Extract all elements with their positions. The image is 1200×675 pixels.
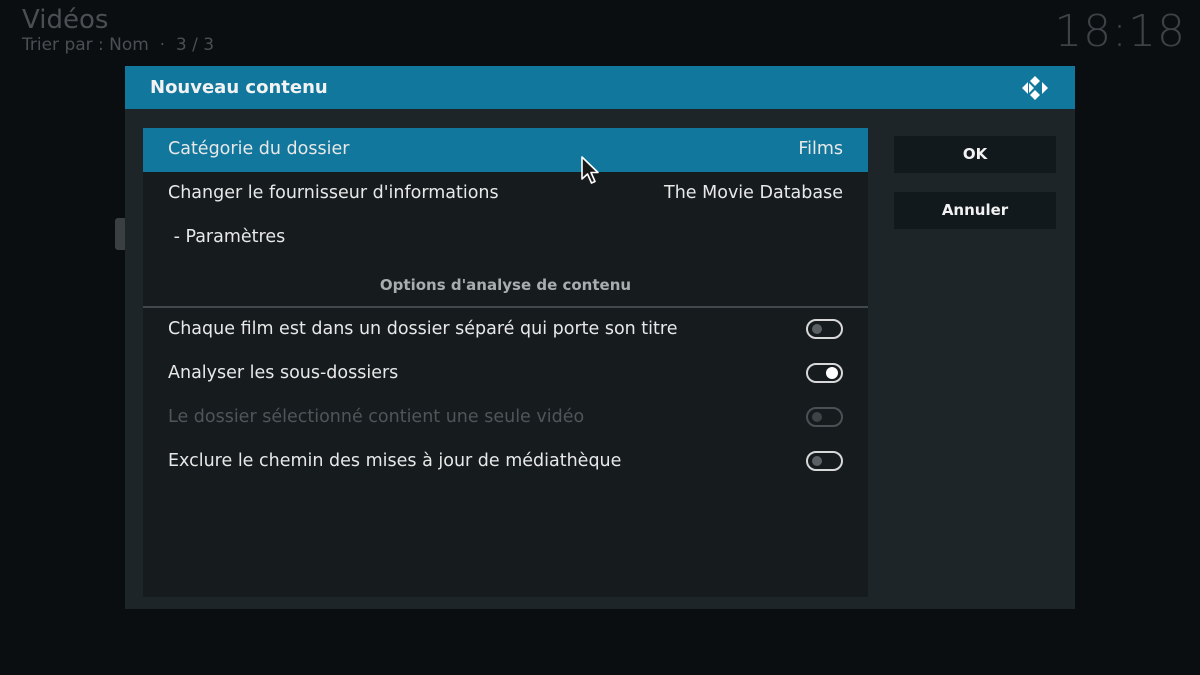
row-label: Changer le fournisseur d'informations (168, 183, 499, 203)
toggle-switch[interactable] (806, 319, 843, 339)
new-content-dialog: Nouveau contenu Catégorie du dossier Fil… (125, 66, 1075, 609)
ok-button[interactable]: OK (894, 136, 1056, 173)
background-title: Vidéos (22, 5, 109, 35)
toggle-knob (812, 456, 822, 466)
clock: 18:18 (1054, 6, 1186, 57)
option-label: Le dossier sélectionné contient une seul… (168, 407, 585, 427)
cancel-button[interactable]: Annuler (894, 192, 1056, 229)
row-settings[interactable]: - Paramètres (143, 216, 868, 260)
toggle-knob (812, 324, 822, 334)
option-label: Chaque film est dans un dossier séparé q… (168, 319, 678, 339)
kodi-logo-icon (1022, 76, 1048, 100)
dialog-header: Nouveau contenu (125, 66, 1075, 109)
section-header: Options d'analyse de contenu (143, 272, 868, 308)
mouse-cursor-icon (581, 156, 599, 184)
settings-list: Catégorie du dossier Films Changer le fo… (143, 128, 868, 597)
toggle-knob (826, 367, 838, 379)
option-exclude-path[interactable]: Exclure le chemin des mises à jour de mé… (143, 440, 868, 484)
row-change-info-provider[interactable]: Changer le fournisseur d'informations Th… (143, 172, 868, 216)
toggle-knob (812, 412, 822, 422)
row-folder-category[interactable]: Catégorie du dossier Films (143, 128, 868, 172)
option-label: Analyser les sous-dossiers (168, 363, 399, 383)
option-separate-folder[interactable]: Chaque film est dans un dossier séparé q… (143, 308, 868, 352)
option-scan-subfolders[interactable]: Analyser les sous-dossiers (143, 352, 868, 396)
screen: Vidéos Trier par : Nom · 3 / 3 18:18 Nou… (0, 0, 1200, 675)
toggle-switch[interactable] (806, 451, 843, 471)
option-single-video: Le dossier sélectionné contient une seul… (143, 396, 868, 440)
toggle-switch (806, 407, 843, 427)
row-value: The Movie Database (664, 183, 843, 203)
row-label: Catégorie du dossier (168, 139, 350, 159)
toggle-switch[interactable] (806, 363, 843, 383)
section-title: Options d'analyse de contenu (379, 276, 632, 294)
row-label: - Paramètres (168, 227, 286, 247)
background-sort-info: Trier par : Nom · 3 / 3 (22, 35, 215, 55)
option-label: Exclure le chemin des mises à jour de mé… (168, 451, 622, 471)
row-value: Films (798, 139, 843, 159)
dialog-title: Nouveau contenu (150, 77, 328, 98)
